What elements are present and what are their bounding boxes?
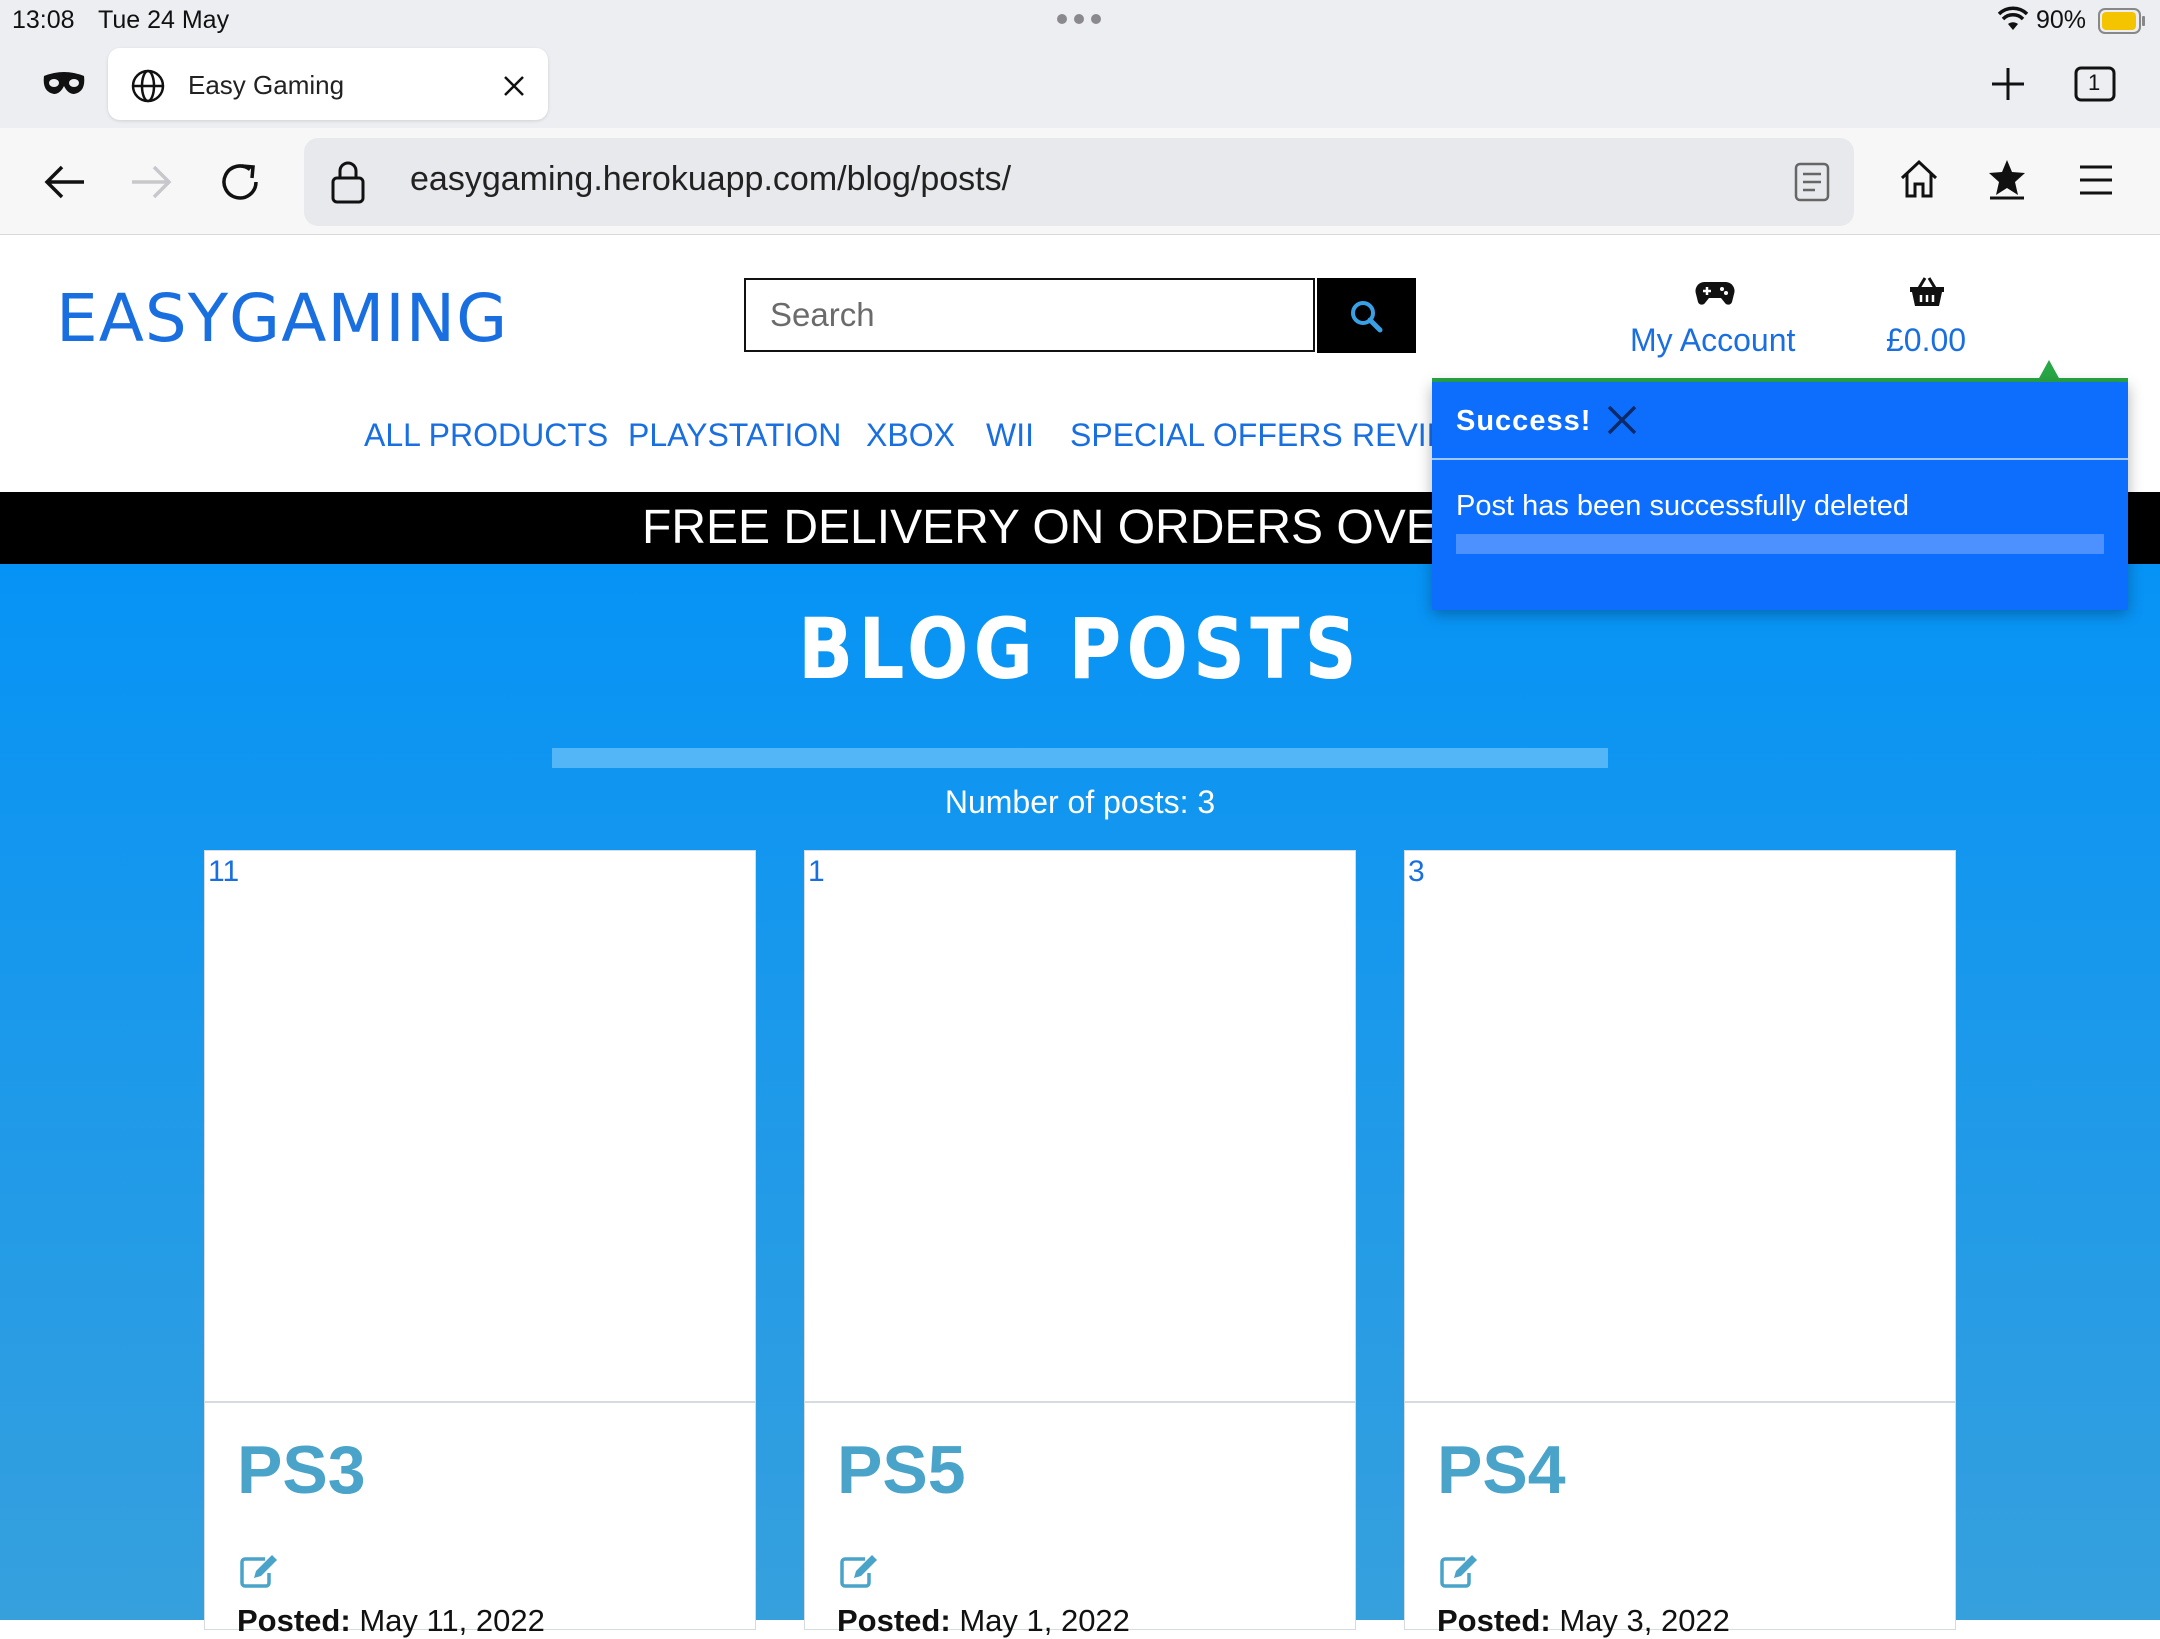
cart-total[interactable]: £0.00 xyxy=(1886,322,1966,359)
edit-icon[interactable] xyxy=(839,1553,879,1594)
post-image-alt-text: 11 xyxy=(208,855,240,888)
close-tab-icon[interactable] xyxy=(502,74,526,103)
toast-close-icon[interactable] xyxy=(1606,404,1638,441)
nav-playstation[interactable]: PLAYSTATION xyxy=(628,417,841,454)
delivery-banner-text: FREE DELIVERY ON ORDERS OVER £ xyxy=(642,501,1513,554)
toast-message: Post has been successfully deleted xyxy=(1456,490,1909,522)
page-title: BLOG POSTS xyxy=(798,600,1362,698)
post-image[interactable]: 1 xyxy=(805,851,1355,1403)
basket-icon[interactable] xyxy=(1909,276,1945,313)
title-divider xyxy=(552,748,1608,768)
url-text[interactable]: easygaming.herokuapp.com/blog/posts/ xyxy=(410,160,1011,199)
reader-view-icon[interactable] xyxy=(1794,162,1830,207)
post-card: 11 PS3 Posted: May 11, 2022 xyxy=(204,850,756,1638)
edit-icon[interactable] xyxy=(239,1553,279,1594)
post-count: Number of posts: 3 xyxy=(944,784,1216,820)
tab-title: Easy Gaming xyxy=(188,70,345,100)
status-date: Tue 24 May xyxy=(98,6,230,34)
site-logo[interactable]: EASYGAMING xyxy=(56,280,508,357)
my-account-link[interactable]: My Account xyxy=(1630,322,1795,359)
nav-xbox[interactable]: XBOX xyxy=(866,417,955,454)
post-title[interactable]: PS5 xyxy=(837,1431,966,1509)
reload-icon[interactable] xyxy=(218,160,262,209)
post-date: Posted: May 11, 2022 xyxy=(237,1603,545,1638)
search-icon xyxy=(1348,298,1384,339)
multitasking-dots-icon[interactable] xyxy=(1056,12,1102,30)
toast-title: Success! xyxy=(1456,405,1592,437)
home-icon[interactable] xyxy=(1898,158,1940,205)
nav-all-products[interactable]: ALL PRODUCTS xyxy=(364,417,608,454)
lock-icon[interactable] xyxy=(330,160,366,209)
post-image[interactable]: 11 xyxy=(205,851,755,1403)
back-arrow-icon[interactable] xyxy=(44,164,86,205)
private-browsing-mask-icon[interactable] xyxy=(42,70,86,103)
nav-special-offers[interactable]: SPECIAL OFFERS xyxy=(1070,417,1343,454)
post-card: 1 PS5 Posted: May 1, 2022 xyxy=(804,850,1356,1638)
battery-percent: 90% xyxy=(2036,6,2087,34)
toast-arrow xyxy=(2038,360,2060,380)
post-card: 3 PS4 Posted: May 3, 2022 xyxy=(1404,850,1956,1638)
forward-arrow-icon[interactable] xyxy=(130,164,172,205)
post-date: Posted: May 3, 2022 xyxy=(1437,1603,1730,1638)
post-date: Posted: May 1, 2022 xyxy=(837,1603,1130,1638)
menu-hamburger-icon[interactable] xyxy=(2078,164,2114,201)
post-image-alt-text: 3 xyxy=(1408,855,1425,888)
status-time: 13:08 xyxy=(12,6,75,34)
nav-wii[interactable]: WII xyxy=(986,417,1034,454)
new-tab-plus-icon[interactable] xyxy=(1990,66,2026,107)
post-title[interactable]: PS3 xyxy=(237,1431,366,1509)
globe-icon xyxy=(130,68,166,109)
post-image[interactable]: 3 xyxy=(1405,851,1955,1403)
search-placeholder: Search xyxy=(770,296,875,333)
battery-icon xyxy=(2098,8,2146,39)
bookmarks-star-icon[interactable] xyxy=(1986,158,2028,207)
tab-count: 1 xyxy=(2088,70,2101,95)
toast-divider xyxy=(1432,458,2128,460)
post-image-alt-text: 1 xyxy=(808,855,825,888)
gamepad-icon[interactable] xyxy=(1694,280,1736,311)
wifi-icon xyxy=(1997,6,2029,37)
edit-icon[interactable] xyxy=(1439,1553,1479,1594)
toast-progress-bar xyxy=(1456,534,2104,554)
post-title[interactable]: PS4 xyxy=(1437,1431,1566,1509)
